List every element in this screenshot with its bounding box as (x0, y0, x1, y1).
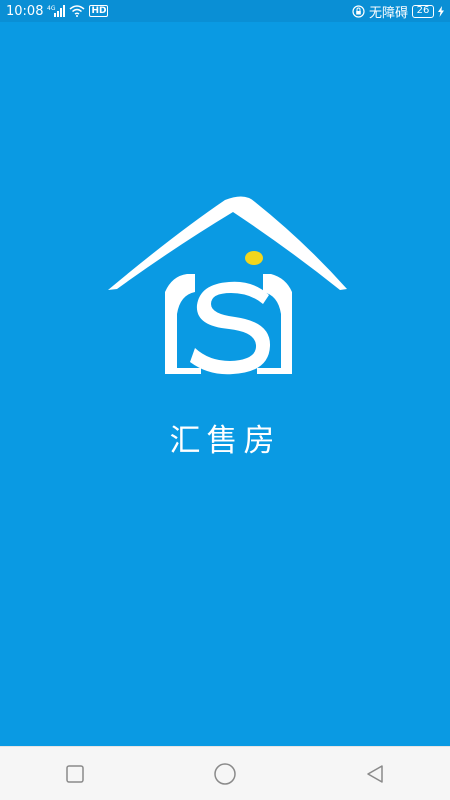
hd-badge: HD (89, 5, 109, 17)
recent-apps-button[interactable] (53, 752, 97, 796)
battery-indicator: 26 (412, 4, 434, 18)
app-name-title: 汇售房 (169, 423, 281, 459)
splash-screen: 汇售房 (0, 22, 450, 746)
square-recent-icon (66, 764, 84, 783)
cellular-signal-icon: 4G (47, 5, 66, 17)
house-logo-icon (108, 196, 347, 375)
wifi-icon (69, 5, 85, 17)
status-right: 无障碍 26 (352, 2, 444, 21)
status-left: 10:08 4G HD (6, 3, 109, 19)
network-type-label: 4G (47, 5, 56, 12)
circle-home-icon (214, 762, 236, 785)
home-button[interactable] (203, 752, 247, 796)
charging-bolt-icon (438, 5, 444, 17)
logo-accent-dot (245, 251, 263, 265)
back-button[interactable] (353, 752, 397, 796)
system-navigation-bar (0, 746, 450, 800)
status-time: 10:08 (6, 3, 44, 19)
accessibility-label: 无障碍 (368, 5, 408, 21)
status-bar: 10:08 4G HD 无障碍 26 (0, 0, 450, 22)
accessibility-lock-icon (352, 4, 365, 18)
triangle-back-icon (367, 764, 383, 783)
